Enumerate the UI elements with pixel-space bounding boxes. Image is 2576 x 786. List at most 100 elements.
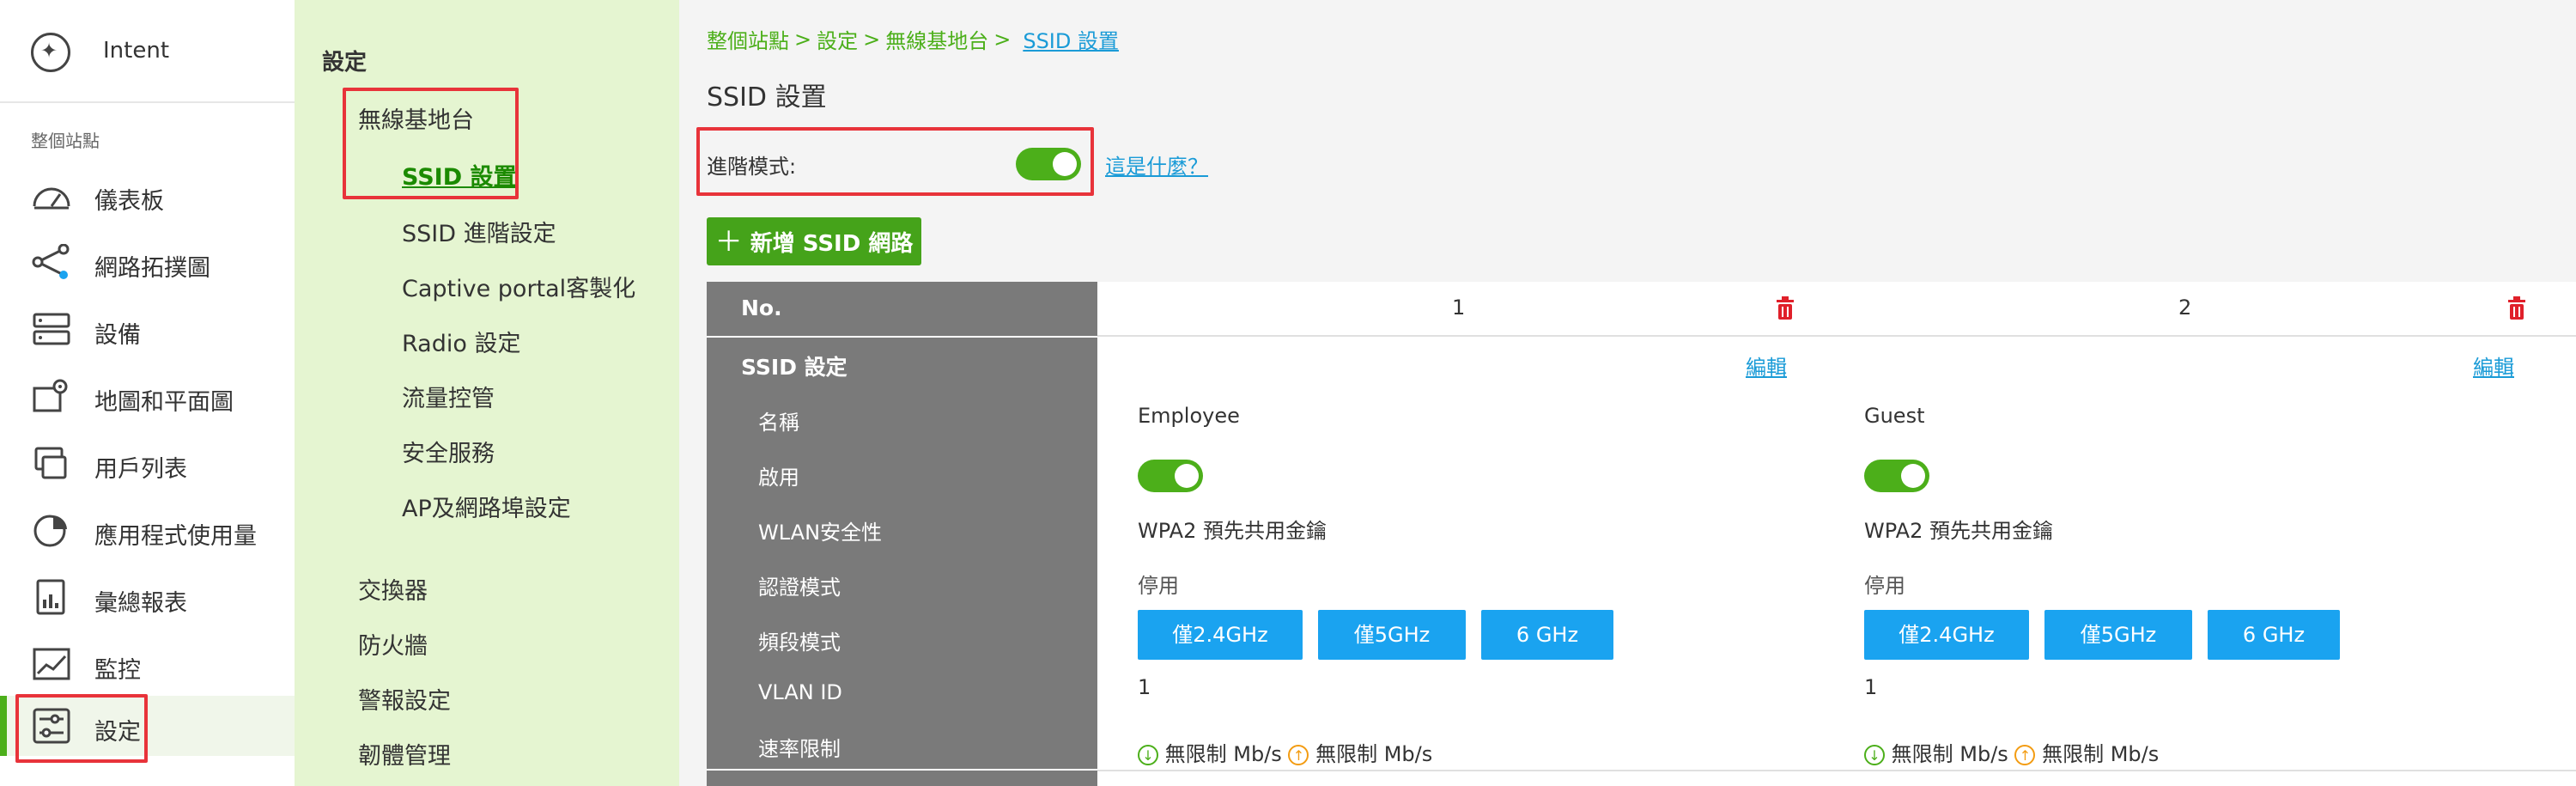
row-label-name: 名稱 (758, 411, 799, 435)
submenu-item-radio-settings[interactable]: Radio 設定 (402, 325, 520, 358)
submenu-item-ap-port[interactable]: AP及網路埠設定 (402, 490, 571, 523)
table-section-ssid: SSID 設定 (741, 355, 848, 380)
breadcrumb-item[interactable]: 無線基地台 (885, 24, 988, 54)
table-body (1097, 337, 2576, 786)
highlight-box-wireless (343, 88, 519, 199)
dashboard-icon (33, 187, 70, 210)
help-link[interactable]: 這是什麼？ (1105, 149, 1208, 180)
submenu-item-ssid-advanced[interactable]: SSID 進階設定 (402, 215, 556, 248)
row-label-band-mode: 頻段模式 (758, 631, 841, 655)
line-chart-icon (33, 648, 70, 680)
nav-label: 用戶列表 (94, 456, 187, 483)
nav-label: 網路拓撲圖 (94, 255, 210, 282)
download-arrow-icon: ↓ (1138, 745, 1158, 765)
column-number: 1 (1452, 296, 1466, 320)
map-pin-icon (33, 379, 68, 412)
ssid-name: Employee (1138, 404, 1240, 428)
ssid-vlan-id: 1 (1864, 675, 1878, 699)
pie-chart-icon (33, 515, 67, 547)
band-button-2-4ghz[interactable]: 僅2.4GHz (1864, 610, 2029, 660)
table-divider (707, 336, 1097, 338)
submenu-item-security-service[interactable]: 安全服務 (402, 435, 495, 468)
highlight-box-settings (15, 694, 148, 763)
submenu-title: 設定 (322, 50, 368, 76)
submenu-item-captive-portal[interactable]: Captive portal客製化 (402, 270, 635, 303)
ssid-enable-toggle[interactable] (1864, 460, 1929, 492)
row-label-vlan-id: VLAN ID (758, 680, 842, 704)
trash-icon[interactable] (2506, 296, 2527, 320)
breadcrumb: 整個站點 > 設定 > 無線基地台 > SSID 設置 (707, 24, 1119, 54)
report-icon (36, 579, 65, 615)
nav-item-map[interactable]: 地圖和平面圖 (0, 366, 295, 426)
ssid-name: Guest (1864, 404, 1925, 428)
column-number: 2 (2178, 296, 2192, 320)
ssid-security: WPA2 預先共用金鑰 (1864, 519, 2053, 543)
band-button-5ghz[interactable]: 僅5GHz (1318, 610, 1466, 660)
edit-link[interactable]: 編輯 (2473, 350, 2514, 381)
nav-item-dashboard[interactable]: 儀表板 (0, 165, 295, 225)
nav-item-clients[interactable]: 用戶列表 (0, 433, 295, 493)
row-label-rate-limit: 速率限制 (758, 737, 841, 761)
intent-icon (31, 33, 70, 72)
nav-item-topology[interactable]: 網路拓撲圖 (0, 232, 295, 292)
ssid-enable-toggle[interactable] (1138, 460, 1203, 492)
table-divider (1097, 770, 2576, 771)
nav-item-devices[interactable]: 設備 (0, 299, 295, 359)
submenu-group-alert[interactable]: 警報設定 (358, 682, 451, 716)
left-navigation: Intent 整個站點 儀表板 網路拓撲圖 設備 地圖和平面圖 用戶列表 應用程… (0, 0, 295, 786)
nav-item-summary-report[interactable]: 彙總報表 (0, 567, 295, 627)
page-title: SSID 設置 (707, 82, 827, 113)
ssid-vlan-id: 1 (1138, 675, 1151, 699)
topology-icon (32, 244, 70, 279)
download-arrow-icon: ↓ (1864, 745, 1885, 765)
nav-label: 儀表板 (94, 188, 164, 215)
nav-label: 監控 (94, 657, 141, 684)
nav-label: 地圖和平面圖 (94, 389, 234, 416)
row-label-auth-mode: 認證模式 (758, 576, 841, 600)
add-ssid-button[interactable]: ＋ 新增 SSID 網路 (707, 217, 921, 265)
table-header-no: No. (741, 296, 782, 320)
highlight-box-advanced-mode (696, 127, 1094, 196)
ssid-security: WPA2 預先共用金鑰 (1138, 519, 1327, 543)
breadcrumb-separator: > (863, 27, 881, 52)
plus-icon: ＋ (714, 225, 743, 258)
submenu-group-firewall[interactable]: 防火牆 (358, 627, 428, 661)
settings-submenu: 設定 無線基地台 SSID 設置 SSID 進階設定 Captive porta… (295, 0, 679, 786)
rate-up: 無限制 Mb/s (1315, 742, 1433, 766)
rate-up: 無限制 Mb/s (2042, 742, 2160, 766)
submenu-group-firmware[interactable]: 韌體管理 (358, 737, 451, 771)
rate-down: 無限制 Mb/s (1891, 742, 2008, 766)
band-button-2-4ghz[interactable]: 僅2.4GHz (1138, 610, 1303, 660)
band-button-5ghz[interactable]: 僅5GHz (2044, 610, 2192, 660)
trash-icon[interactable] (1775, 296, 1795, 320)
add-ssid-label: 新增 SSID 網路 (750, 231, 914, 257)
upload-arrow-icon: ↑ (1288, 745, 1309, 765)
rate-limit: ↓ 無限制 Mb/s ↑ 無限制 Mb/s (1138, 737, 1432, 767)
rate-down: 無限制 Mb/s (1164, 742, 1282, 766)
table-header-row (1097, 282, 2576, 337)
submenu-group-switch[interactable]: 交換器 (358, 572, 428, 606)
row-label-wlan-security: WLAN安全性 (758, 521, 883, 545)
site-section-label: 整個站點 (31, 131, 100, 151)
breadcrumb-item[interactable]: 整個站點 (707, 24, 789, 54)
breadcrumb-item[interactable]: 設定 (817, 24, 858, 54)
breadcrumb-separator: > (993, 27, 1012, 52)
intent-row[interactable]: Intent (0, 0, 295, 103)
nav-label: 應用程式使用量 (94, 523, 257, 550)
ssid-auth-mode: 停用 (1138, 574, 1179, 598)
submenu-item-traffic-control[interactable]: 流量控管 (402, 380, 495, 413)
ssid-auth-mode: 停用 (1864, 574, 1905, 598)
table-divider (707, 769, 1097, 771)
breadcrumb-separator: > (794, 27, 812, 52)
band-button-6ghz[interactable]: 6 GHz (1481, 610, 1613, 660)
nav-item-monitor[interactable]: 監控 (0, 634, 295, 694)
intent-label: Intent (103, 38, 170, 64)
breadcrumb-current[interactable]: SSID 設置 (1023, 24, 1119, 54)
clients-icon (34, 447, 67, 479)
nav-label: 彙總報表 (94, 590, 187, 617)
edit-link[interactable]: 編輯 (1746, 350, 1787, 381)
band-button-6ghz[interactable]: 6 GHz (2208, 610, 2340, 660)
main-content: 整個站點 > 設定 > 無線基地台 > SSID 設置 SSID 設置 進階模式… (679, 0, 2576, 786)
server-icon (33, 313, 70, 345)
nav-item-app-usage[interactable]: 應用程式使用量 (0, 500, 295, 560)
